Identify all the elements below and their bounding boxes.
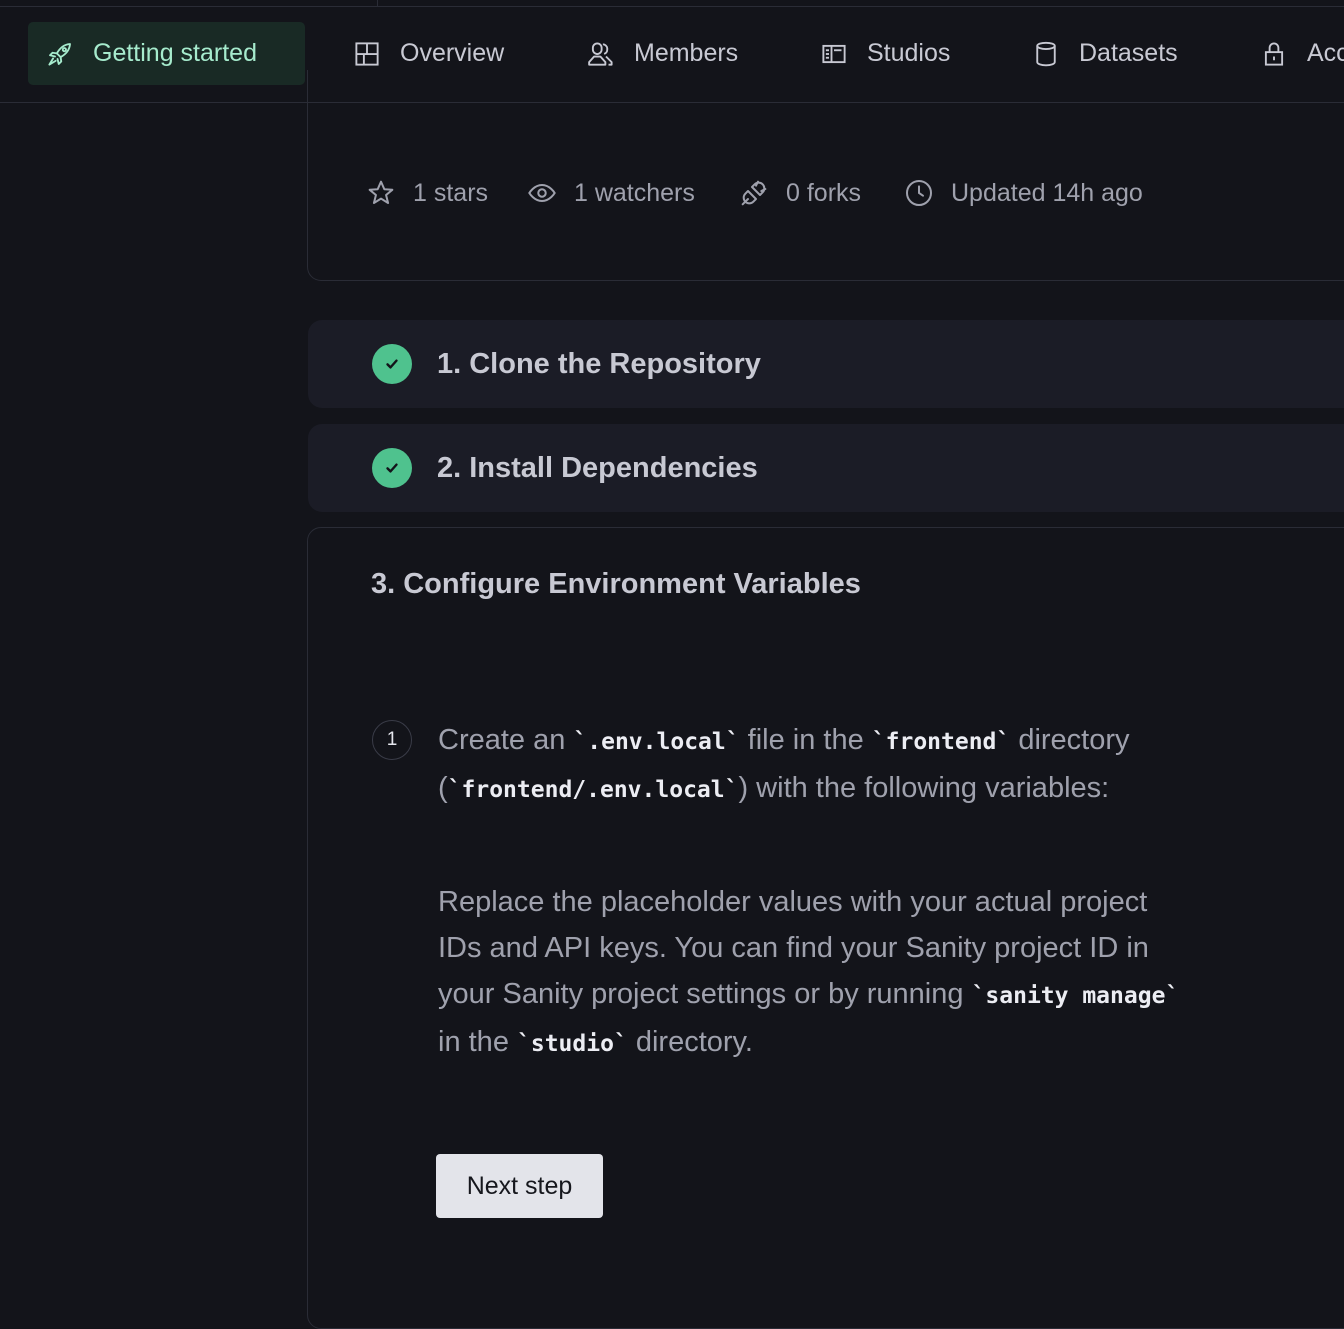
substep-note: Replace the placeholder values with your… bbox=[438, 879, 1198, 1067]
tab-getting-started[interactable]: Getting started bbox=[28, 22, 305, 85]
check-circle-icon bbox=[372, 448, 412, 488]
tab-label: Studios bbox=[867, 39, 951, 67]
rocket-icon bbox=[45, 39, 75, 69]
text: directory. bbox=[627, 1026, 753, 1058]
stars-count[interactable]: 1 stars bbox=[365, 172, 488, 214]
tab-label: Members bbox=[634, 39, 739, 67]
top-strip bbox=[0, 0, 1344, 7]
inline-code: `studio` bbox=[517, 1031, 628, 1057]
step-title: 1. Clone the Repository bbox=[437, 347, 761, 380]
inline-code: `sanity manage` bbox=[971, 983, 1180, 1009]
tab-label: Datasets bbox=[1079, 39, 1178, 67]
eye-icon bbox=[526, 177, 558, 209]
watchers-label: 1 watchers bbox=[574, 178, 695, 207]
updated-time: Updated 14h ago bbox=[903, 172, 1143, 214]
watchers-count[interactable]: 1 watchers bbox=[526, 172, 695, 214]
studio-icon bbox=[819, 39, 849, 69]
tab-label: Overview bbox=[400, 39, 505, 67]
next-step-button[interactable]: Next step bbox=[436, 1154, 603, 1218]
users-icon bbox=[586, 39, 616, 69]
text: in the bbox=[438, 1026, 517, 1058]
stars-label: 1 stars bbox=[413, 178, 489, 207]
step-install-dependencies[interactable]: 2. Install Dependencies bbox=[308, 424, 1344, 512]
substep-instruction: Create an `.env.local` file in the `fron… bbox=[438, 717, 1198, 813]
inline-code: `frontend/.env.local` bbox=[447, 777, 739, 803]
plug-icon bbox=[738, 177, 770, 209]
tab-label: Getting started bbox=[93, 39, 257, 67]
step-title: 2. Install Dependencies bbox=[437, 451, 758, 484]
text: ) with the following variables: bbox=[738, 772, 1110, 804]
updated-label: Updated 14h ago bbox=[951, 178, 1143, 207]
divider bbox=[377, 0, 378, 6]
text: Create an bbox=[438, 724, 574, 756]
substep-number: 1 bbox=[372, 720, 412, 760]
step-clone-repository[interactable]: 1. Clone the Repository bbox=[308, 320, 1344, 408]
step-title: 3. Configure Environment Variables bbox=[371, 568, 861, 600]
database-icon bbox=[1031, 39, 1061, 69]
tab-label: Acc bbox=[1307, 39, 1344, 67]
forks-count[interactable]: 0 forks bbox=[738, 172, 861, 214]
text: file in the bbox=[739, 724, 872, 756]
inline-code: `frontend` bbox=[871, 729, 1011, 755]
check-circle-icon bbox=[372, 344, 412, 384]
layout-icon bbox=[352, 39, 382, 69]
inline-code: `.env.local` bbox=[573, 729, 740, 755]
lock-icon bbox=[1259, 39, 1289, 69]
forks-label: 0 forks bbox=[786, 178, 862, 207]
star-icon bbox=[365, 177, 397, 209]
clock-icon bbox=[903, 177, 935, 209]
